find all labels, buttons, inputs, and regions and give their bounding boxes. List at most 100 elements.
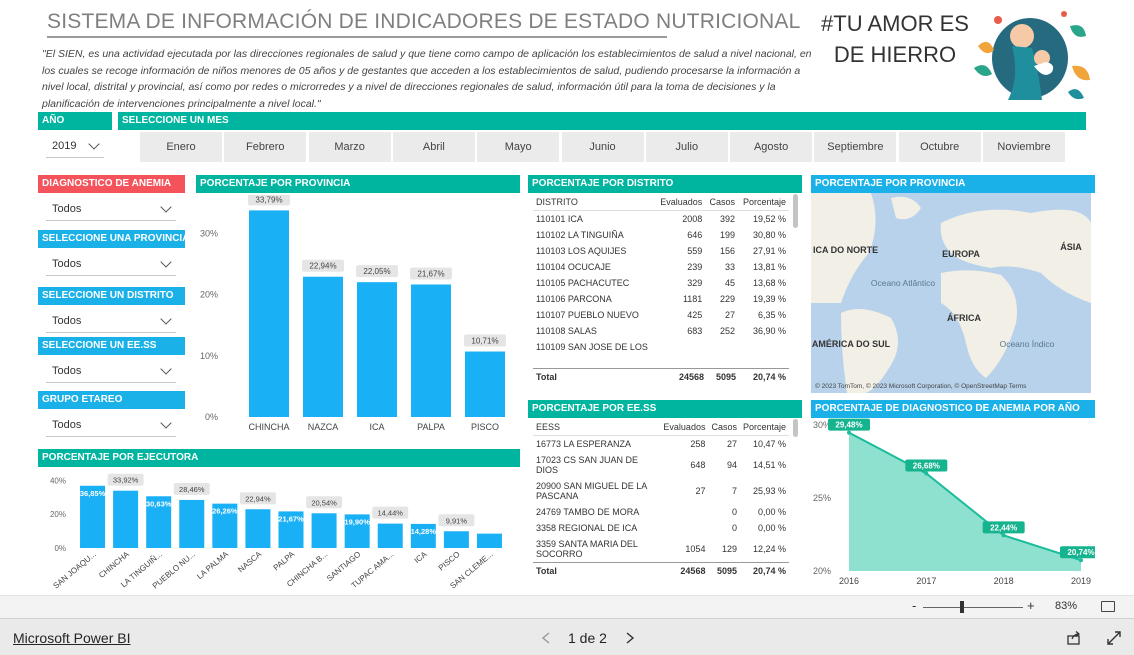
power-bi-link[interactable]: Microsoft Power BI xyxy=(13,630,130,646)
bar xyxy=(113,490,139,548)
table-cell: 27 xyxy=(695,486,706,496)
zoom-in-button[interactable]: + xyxy=(1027,598,1035,613)
total-evaluados: 24568 xyxy=(678,372,704,382)
table-cell: 33 xyxy=(725,262,736,272)
data-label: 14,28% xyxy=(411,527,437,536)
table-cell: 239 xyxy=(687,262,703,272)
month-button-8[interactable]: Septiembre xyxy=(814,132,897,162)
x-tick-label: ICA xyxy=(369,422,384,432)
x-tick-label: 2016 xyxy=(839,576,859,586)
bar xyxy=(303,276,343,417)
month-button-2[interactable]: Marzo xyxy=(308,132,391,162)
month-button-6[interactable]: Julio xyxy=(645,132,728,162)
table-cell: 14,51 % xyxy=(752,460,786,470)
table-cell: 110106 PARCONA xyxy=(536,294,612,304)
year-dropdown[interactable]: 2019 xyxy=(46,135,104,158)
table-row[interactable]: 110102 LA TINGUIÑA 646 199 30,80 % xyxy=(533,227,789,243)
table-cell: 110104 OCUCAJE xyxy=(536,262,611,272)
x-tick-label: PISCO xyxy=(471,422,499,432)
provincia-chart-header: PORCENTAJE POR PROVINCIA xyxy=(196,175,520,193)
data-label: 10,71% xyxy=(471,337,498,346)
table-cell: 20900 SAN MIGUEL DE LA PASCANA xyxy=(536,481,647,501)
table-total-row: Total 24568 5095 20,74 % xyxy=(533,562,789,579)
data-label: 22,44% xyxy=(990,523,1017,532)
table-row[interactable]: 110101 ICA 2008 392 19,52 % xyxy=(533,211,789,228)
table-row[interactable]: 20900 SAN MIGUEL DE LA PASCANA 27 7 25,93 % xyxy=(533,478,789,504)
column-header[interactable]: Evaluados xyxy=(655,194,706,211)
bar xyxy=(311,513,337,548)
column-header[interactable]: Porcentaje xyxy=(738,194,789,211)
previous-page-icon[interactable] xyxy=(540,631,552,645)
zoom-slider[interactable] xyxy=(923,607,1023,608)
table-cell: 156 xyxy=(720,246,736,256)
x-tick-label: 2019 xyxy=(1071,576,1091,586)
table-cell: 559 xyxy=(687,246,703,256)
distrito-dropdown[interactable]: Todos xyxy=(46,310,176,333)
table-row[interactable]: 110109 SAN JOSE DE LOS xyxy=(533,339,789,355)
table-cell: 27 xyxy=(725,310,736,320)
table-row[interactable]: 110106 PARCONA 1181 229 19,39 % xyxy=(533,291,789,307)
total-casos: 5095 xyxy=(715,372,736,382)
bar xyxy=(357,282,397,417)
map-label: EUROPA xyxy=(942,249,980,259)
table-row[interactable]: 110108 SALAS 683 252 36,90 % xyxy=(533,323,789,339)
column-header[interactable]: DISTRITO xyxy=(533,194,656,211)
zoom-slider-thumb[interactable] xyxy=(960,601,964,613)
eess-table-header: PORCENTAJE POR EE.SS xyxy=(528,400,802,418)
column-header[interactable]: Porcentaje xyxy=(739,419,789,436)
next-page-icon[interactable] xyxy=(624,631,636,645)
area-fill xyxy=(849,432,1081,571)
month-button-1[interactable]: Febrero xyxy=(224,132,307,162)
table-row[interactable]: 3358 REGIONAL DE ICA 0 0,00 % xyxy=(533,520,789,536)
data-point xyxy=(847,430,851,435)
x-tick-label: PALPA xyxy=(417,422,445,432)
month-filter-header: SELECCIONE UN MES xyxy=(118,112,1086,130)
distrito-total-row: Total 24568 5095 20,74 % xyxy=(533,368,789,390)
column-header[interactable]: Casos xyxy=(705,194,739,211)
month-button-9[interactable]: Octubre xyxy=(898,132,981,162)
table-cell: 199 xyxy=(720,230,736,240)
column-header[interactable]: EESS xyxy=(533,419,661,436)
data-label: 28,46% xyxy=(179,485,205,494)
table-row[interactable]: 16773 LA ESPERANZA 258 27 10,47 % xyxy=(533,436,789,453)
table-row[interactable]: 110104 OCUCAJE 239 33 13,81 % xyxy=(533,259,789,275)
grupo-dropdown[interactable]: Todos xyxy=(46,414,176,437)
table-cell: 110105 PACHACUTEC xyxy=(536,278,630,288)
table-cell: 110101 ICA xyxy=(536,214,583,224)
data-point xyxy=(1001,533,1006,538)
month-button-5[interactable]: Junio xyxy=(561,132,644,162)
month-button-3[interactable]: Abril xyxy=(392,132,475,162)
distrito-scrollbar[interactable] xyxy=(793,194,798,228)
share-icon[interactable] xyxy=(1066,630,1082,646)
data-label: 22,94% xyxy=(309,262,336,271)
fullscreen-icon[interactable] xyxy=(1106,630,1122,646)
month-button-7[interactable]: Agosto xyxy=(730,132,813,162)
table-cell: 648 xyxy=(690,460,706,470)
diagnostico-dropdown[interactable]: Todos xyxy=(46,198,176,221)
table-cell: 110107 PUEBLO NUEVO xyxy=(536,310,639,320)
world-map[interactable]: ICA DO NORTE EUROPA ÁSIA Oceano Atlântico ÁF… xyxy=(811,193,1091,393)
month-button-4[interactable]: Mayo xyxy=(477,132,560,162)
table-row[interactable]: 24769 TAMBO DE MORA 0 0,00 % xyxy=(533,504,789,520)
eess-scrollbar[interactable] xyxy=(793,419,798,437)
column-header[interactable]: Evaluados xyxy=(660,419,709,436)
table-cell xyxy=(660,504,708,520)
month-button-0[interactable]: Enero xyxy=(140,132,222,162)
table-row[interactable]: 110105 PACHACUTEC 329 45 13,68 % xyxy=(533,275,789,291)
table-row[interactable]: 110103 LOS AQUIJES 559 156 27,91 % xyxy=(533,243,789,259)
ejecutora-bar-chart: 0%20%40%36,85%SAN JOAQU...33,92%CHINCHA3… xyxy=(50,473,502,591)
table-cell: 19,52 % xyxy=(752,214,786,224)
data-label: 20,74% xyxy=(1067,548,1094,557)
column-header[interactable]: Casos xyxy=(708,419,740,436)
fit-to-page-icon[interactable] xyxy=(1101,601,1115,612)
zoom-out-button[interactable]: - xyxy=(912,598,916,613)
data-label: 22,94% xyxy=(245,494,271,503)
month-button-10[interactable]: Noviembre xyxy=(983,132,1065,162)
eess-dropdown[interactable]: Todos xyxy=(46,360,176,383)
table-row[interactable]: 110107 PUEBLO NUEVO 425 27 6,35 % xyxy=(533,307,789,323)
chevron-down-icon xyxy=(160,201,172,213)
data-label: 29,48% xyxy=(835,421,862,430)
table-row[interactable]: 17023 CS SAN JUAN DE DIOS 648 94 14,51 % xyxy=(533,452,789,478)
table-row[interactable]: 3359 SANTA MARIA DEL SOCORRO 1054 129 12,24… xyxy=(533,536,789,563)
provincia-dropdown[interactable]: Todos xyxy=(46,253,176,276)
